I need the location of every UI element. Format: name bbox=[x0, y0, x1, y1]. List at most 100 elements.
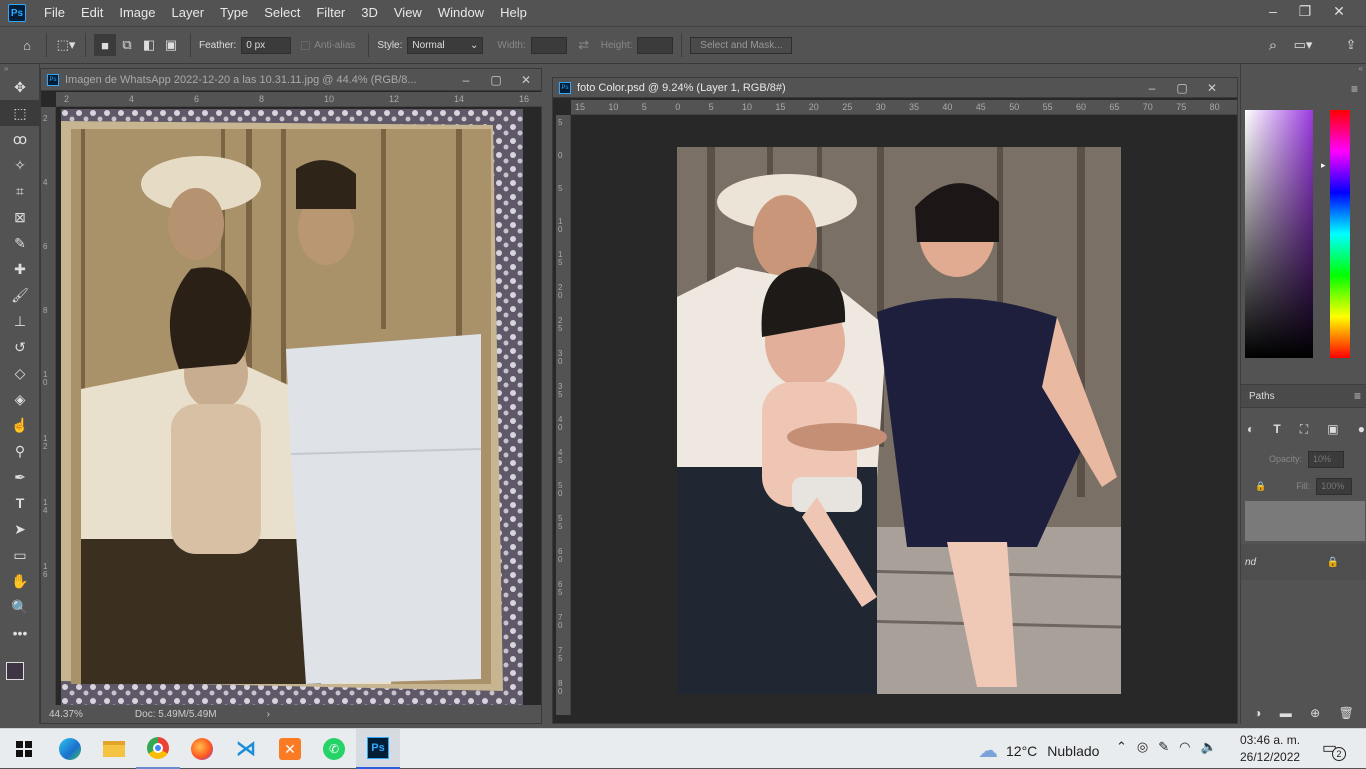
add-selection-icon[interactable]: ⧉ bbox=[116, 34, 138, 56]
wifi-icon[interactable]: ◠ bbox=[1179, 739, 1190, 755]
tab-paths[interactable]: Paths bbox=[1249, 391, 1275, 402]
panel-menu-icon[interactable]: ≡ bbox=[1354, 389, 1361, 403]
minimize-icon[interactable]: – bbox=[451, 73, 481, 87]
menu-help[interactable]: Help bbox=[492, 0, 535, 26]
zoom-level[interactable]: 44.37% bbox=[49, 709, 83, 720]
menu-window[interactable]: Window bbox=[430, 0, 492, 26]
new-group-icon[interactable]: ▬ bbox=[1280, 706, 1292, 720]
close-icon[interactable]: ✕ bbox=[1197, 81, 1227, 95]
brush-tool-icon[interactable]: 🖌 bbox=[0, 282, 40, 308]
opacity-input[interactable]: 10% bbox=[1308, 450, 1345, 468]
minimize-icon[interactable]: – bbox=[1256, 0, 1290, 22]
stamp-tool-icon[interactable]: ⊥ bbox=[0, 308, 40, 334]
more-tools-icon[interactable]: ••• bbox=[0, 620, 40, 646]
menu-type[interactable]: Type bbox=[212, 0, 256, 26]
healing-brush-tool-icon[interactable]: ✚ bbox=[0, 256, 40, 282]
subtract-selection-icon[interactable]: ◧ bbox=[138, 34, 160, 56]
maximize-icon[interactable]: ▢ bbox=[481, 73, 511, 87]
style-select[interactable]: Normal ⌄ bbox=[407, 36, 484, 54]
move-tool-icon[interactable]: ✥ bbox=[0, 74, 40, 100]
history-brush-tool-icon[interactable]: ↺ bbox=[0, 334, 40, 360]
workspace-icon[interactable]: ▭▾ bbox=[1292, 34, 1314, 56]
feather-input[interactable]: 0 px bbox=[241, 36, 292, 54]
menu-edit[interactable]: Edit bbox=[73, 0, 111, 26]
new-selection-icon[interactable]: ■ bbox=[94, 34, 116, 56]
close-icon[interactable]: ✕ bbox=[511, 73, 541, 87]
select-and-mask-button[interactable]: Select and Mask... bbox=[690, 36, 793, 54]
frame-tool-icon[interactable]: ⊠ bbox=[0, 204, 40, 230]
paint-bucket-tool-icon[interactable]: ◈ bbox=[0, 386, 40, 412]
trash-icon[interactable]: 🗑 bbox=[1339, 706, 1354, 720]
vscode-icon[interactable]: ⋊ bbox=[224, 729, 268, 769]
swap-icon[interactable]: ⇄ bbox=[573, 34, 595, 56]
lock-icon[interactable]: 🔒 bbox=[1255, 481, 1266, 492]
antialias-checkbox[interactable] bbox=[301, 40, 311, 50]
crop-tool-icon[interactable]: ⌗ bbox=[0, 178, 40, 204]
clock[interactable]: 03:46 a. m. 26/12/2022 bbox=[1240, 732, 1300, 766]
collapse-icon[interactable]: « bbox=[1241, 64, 1366, 76]
notification-icon[interactable]: ▭ 2 bbox=[1322, 738, 1346, 761]
intersect-selection-icon[interactable]: ▣ bbox=[160, 34, 182, 56]
menu-filter[interactable]: Filter bbox=[308, 0, 353, 26]
weather-widget[interactable]: ☁ 12°C Nublado bbox=[978, 738, 1099, 763]
new-layer-icon[interactable]: ⊕ bbox=[1310, 706, 1320, 720]
marquee-tool-icon[interactable]: ⬚ bbox=[0, 100, 40, 126]
menu-layer[interactable]: Layer bbox=[164, 0, 213, 26]
adjustment-layer-icon[interactable]: ◑ bbox=[1254, 706, 1261, 720]
fill-input[interactable]: 100% bbox=[1316, 477, 1353, 495]
menu-3d[interactable]: 3D bbox=[353, 0, 386, 26]
file-explorer-icon[interactable] bbox=[92, 729, 136, 769]
hue-slider[interactable] bbox=[1330, 110, 1350, 358]
color-swatches[interactable] bbox=[0, 646, 39, 690]
restore-icon[interactable]: ❐ bbox=[1288, 0, 1322, 22]
volume-icon[interactable]: 🔈 bbox=[1201, 739, 1217, 755]
menu-file[interactable]: File bbox=[36, 0, 73, 26]
input-indicator-icon[interactable]: ✎ bbox=[1158, 739, 1169, 755]
photoshop-logo[interactable]: Ps bbox=[8, 4, 26, 22]
width-input[interactable] bbox=[530, 36, 567, 54]
hue-slider-marker[interactable]: ▸ bbox=[1321, 160, 1326, 171]
collapse-icon[interactable]: » bbox=[0, 64, 39, 74]
firefox-icon[interactable] bbox=[180, 729, 224, 769]
photoshop-taskbar-icon[interactable]: Ps bbox=[356, 728, 400, 769]
windows-start-icon[interactable] bbox=[0, 729, 48, 769]
whatsapp-icon[interactable]: ✆ bbox=[312, 729, 356, 769]
lasso-tool-icon[interactable]: ꝏ bbox=[0, 126, 40, 152]
foreground-color-swatch[interactable] bbox=[6, 662, 24, 680]
smudge-tool-icon[interactable]: ☝ bbox=[0, 412, 40, 438]
chrome-icon[interactable] bbox=[136, 729, 180, 769]
xampp-icon[interactable]: ✕ bbox=[268, 729, 312, 769]
close-icon[interactable]: ✕ bbox=[1322, 0, 1356, 22]
edge-icon[interactable] bbox=[48, 729, 92, 769]
dodge-tool-icon[interactable]: ⚲ bbox=[0, 438, 40, 464]
path-selection-tool-icon[interactable]: ➤ bbox=[0, 516, 40, 542]
hand-tool-icon[interactable]: ✋ bbox=[0, 568, 40, 594]
smart-object-filter-icon[interactable]: ▣ bbox=[1327, 422, 1338, 437]
maximize-icon[interactable]: ▢ bbox=[1167, 81, 1197, 95]
layer-row-background[interactable]: nd 🔒 bbox=[1241, 544, 1366, 580]
type-filter-icon[interactable]: T bbox=[1273, 422, 1280, 437]
chevron-up-icon[interactable]: ⌃ bbox=[1116, 739, 1127, 755]
minimize-icon[interactable]: – bbox=[1137, 81, 1167, 95]
filter-toggle-icon[interactable]: ● bbox=[1358, 422, 1365, 437]
pen-tool-icon[interactable]: ✒ bbox=[0, 464, 40, 490]
height-input[interactable] bbox=[637, 36, 674, 54]
chevron-right-icon[interactable]: › bbox=[267, 709, 270, 720]
rectangle-tool-icon[interactable]: ▭ bbox=[0, 542, 40, 568]
eyedropper-tool-icon[interactable]: ✎ bbox=[0, 230, 40, 256]
magic-wand-tool-icon[interactable]: ✧ bbox=[0, 152, 40, 178]
menu-image[interactable]: Image bbox=[111, 0, 163, 26]
document-tab[interactable]: Ps Imagen de WhatsApp 2022-12-20 a las 1… bbox=[41, 69, 541, 91]
zoom-tool-icon[interactable]: 🔍 bbox=[0, 594, 40, 620]
home-icon[interactable]: ⌂ bbox=[16, 34, 38, 56]
shape-filter-icon[interactable]: ⛶ bbox=[1300, 422, 1308, 437]
menu-select[interactable]: Select bbox=[256, 0, 308, 26]
type-tool-icon[interactable]: T bbox=[0, 490, 40, 516]
adjustment-filter-icon[interactable]: ◐ bbox=[1247, 422, 1254, 437]
share-icon[interactable]: ⇪ bbox=[1340, 34, 1362, 56]
marquee-preset-icon[interactable]: ⬚▾ bbox=[55, 34, 77, 56]
menu-view[interactable]: View bbox=[386, 0, 430, 26]
layer-row-selected[interactable] bbox=[1245, 501, 1365, 541]
panel-menu-icon[interactable]: ≡ bbox=[1351, 82, 1358, 96]
color-picker-field[interactable] bbox=[1245, 110, 1313, 358]
